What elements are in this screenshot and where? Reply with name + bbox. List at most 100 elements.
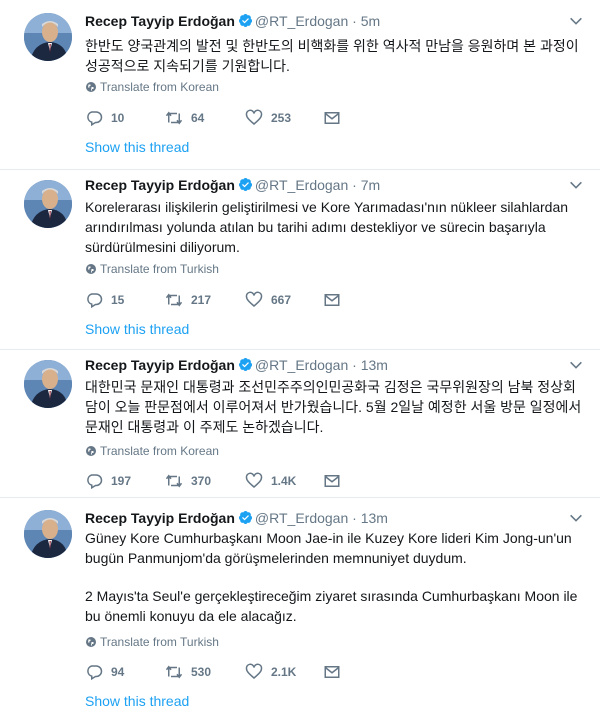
tweet-timestamp[interactable]: 5m: [361, 13, 380, 29]
reply-button[interactable]: 15: [85, 290, 124, 310]
translate-label: Translate from Korean: [100, 444, 219, 458]
tweet-text: 대한민국 문재인 대통령과 조선민주주의인민공화국 김정은 국무위원장의 남북 …: [85, 379, 582, 435]
like-count: 1.4K: [271, 474, 297, 488]
retweet-button[interactable]: 530: [165, 662, 211, 682]
reply-icon: [85, 472, 103, 490]
reply-button[interactable]: 94: [85, 662, 124, 682]
retweet-icon: [165, 291, 183, 309]
tweet-header: Recep Tayyip Erdoğan @RT_Erdogan · 13m: [85, 357, 584, 377]
globe-icon: [85, 263, 97, 275]
like-button[interactable]: 1.4K: [245, 471, 296, 491]
tweet-1[interactable]: Recep Tayyip Erdoğan @RT_Erdogan · 5m 한반도…: [0, 0, 600, 170]
reply-icon: [85, 109, 103, 127]
tweet-2[interactable]: Recep Tayyip Erdoğan @RT_Erdogan · 7m Kor…: [0, 170, 600, 350]
reply-icon: [85, 663, 103, 681]
reply-button[interactable]: 197: [85, 471, 131, 491]
tweet-timestamp[interactable]: 13m: [361, 357, 388, 373]
envelope-icon: [323, 109, 341, 127]
chevron-down-icon[interactable]: [568, 13, 584, 29]
retweet-button[interactable]: 370: [165, 471, 211, 491]
like-button[interactable]: 667: [245, 290, 291, 310]
chevron-down-icon[interactable]: [568, 357, 584, 373]
globe-icon: [85, 445, 97, 457]
author-name[interactable]: Recep Tayyip Erdoğan: [85, 13, 235, 29]
direct-message-button[interactable]: [323, 290, 349, 310]
tweet-text: 한반도 양국관계의 발전 및 한반도의 비핵화를 위한 역사적 만남을 응원하며…: [85, 38, 579, 74]
like-button[interactable]: 2.1K: [245, 662, 296, 682]
tweet-header: Recep Tayyip Erdoğan @RT_Erdogan · 5m: [85, 13, 584, 33]
tweet-timestamp[interactable]: 7m: [361, 177, 380, 193]
reply-count: 10: [111, 111, 125, 125]
globe-icon: [85, 636, 97, 648]
retweet-icon: [165, 663, 183, 681]
reply-icon: [85, 291, 103, 309]
retweet-button[interactable]: 217: [165, 290, 211, 310]
chevron-down-icon[interactable]: [568, 177, 584, 193]
envelope-icon: [323, 663, 341, 681]
reply-count: 94: [111, 665, 125, 679]
avatar[interactable]: [24, 180, 72, 228]
translate-label: Translate from Turkish: [100, 262, 219, 276]
verified-badge-icon: [238, 357, 253, 372]
like-button[interactable]: 253: [245, 108, 291, 128]
verified-badge-icon: [238, 510, 253, 525]
tweet-3[interactable]: Recep Tayyip Erdoğan @RT_Erdogan · 13m 대한…: [0, 350, 600, 498]
translate-link[interactable]: Translate from Korean: [85, 80, 219, 94]
direct-message-button[interactable]: [323, 471, 349, 491]
like-count: 253: [271, 111, 292, 125]
chevron-down-icon[interactable]: [568, 510, 584, 526]
translate-link[interactable]: Translate from Turkish: [85, 262, 219, 276]
dot-separator: ·: [352, 13, 357, 29]
retweet-count: 217: [191, 293, 212, 307]
translate-link[interactable]: Translate from Korean: [85, 444, 219, 458]
show-thread-link[interactable]: Show this thread: [85, 139, 189, 155]
reply-count: 197: [111, 474, 132, 488]
avatar[interactable]: [24, 510, 72, 558]
heart-icon: [245, 472, 263, 490]
show-thread-link[interactable]: Show this thread: [85, 693, 189, 709]
retweet-count: 530: [191, 665, 212, 679]
author-handle[interactable]: @RT_Erdogan: [255, 13, 348, 29]
direct-message-button[interactable]: [323, 662, 349, 682]
translate-label: Translate from Korean: [100, 80, 219, 94]
globe-icon: [85, 81, 97, 93]
retweet-count: 64: [191, 111, 205, 125]
tweet-header: Recep Tayyip Erdoğan @RT_Erdogan · 13m: [85, 510, 584, 530]
tweet-header: Recep Tayyip Erdoğan @RT_Erdogan · 7m: [85, 177, 584, 197]
direct-message-button[interactable]: [323, 108, 349, 128]
author-handle[interactable]: @RT_Erdogan: [255, 357, 348, 373]
dot-separator: ·: [352, 510, 357, 526]
heart-icon: [245, 663, 263, 681]
retweet-icon: [165, 109, 183, 127]
verified-badge-icon: [238, 13, 253, 28]
heart-icon: [245, 109, 263, 127]
heart-icon: [245, 291, 263, 309]
like-count: 2.1K: [271, 665, 297, 679]
author-name[interactable]: Recep Tayyip Erdoğan: [85, 177, 235, 193]
retweet-button[interactable]: 64: [165, 108, 204, 128]
envelope-icon: [323, 472, 341, 490]
tweet-timestamp[interactable]: 13m: [361, 510, 388, 526]
reply-count: 15: [111, 293, 125, 307]
tweet-text-paragraph-2: 2 Mayıs'ta Seul'e gerçekleştireceğim ziy…: [85, 588, 578, 624]
translate-link[interactable]: Translate from Turkish: [85, 635, 219, 649]
retweet-icon: [165, 472, 183, 490]
dot-separator: ·: [352, 177, 357, 193]
tweet-4[interactable]: Recep Tayyip Erdoğan @RT_Erdogan · 13m Gü…: [0, 498, 600, 716]
dot-separator: ·: [352, 357, 357, 373]
avatar[interactable]: [24, 360, 72, 408]
retweet-count: 370: [191, 474, 212, 488]
like-count: 667: [271, 293, 292, 307]
show-thread-link[interactable]: Show this thread: [85, 321, 189, 337]
tweet-text: Güney Kore Cumhurbaşkanı Moon Jae-in ile…: [85, 530, 572, 566]
author-handle[interactable]: @RT_Erdogan: [255, 510, 348, 526]
author-name[interactable]: Recep Tayyip Erdoğan: [85, 357, 235, 373]
author-name[interactable]: Recep Tayyip Erdoğan: [85, 510, 235, 526]
envelope-icon: [323, 291, 341, 309]
verified-badge-icon: [238, 177, 253, 192]
tweet-text: Korelerarası ilişkilerin geliştirilmesi …: [85, 199, 569, 255]
author-handle[interactable]: @RT_Erdogan: [255, 177, 348, 193]
reply-button[interactable]: 10: [85, 108, 124, 128]
translate-label: Translate from Turkish: [100, 635, 219, 649]
avatar[interactable]: [24, 13, 72, 61]
